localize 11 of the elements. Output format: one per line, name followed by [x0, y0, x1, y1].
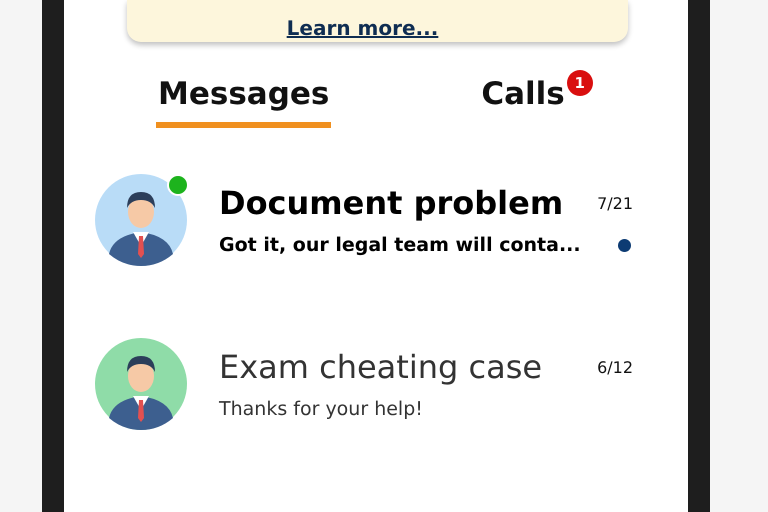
conversation-date: 7/21: [597, 194, 633, 212]
learn-more-link[interactable]: Learn more...: [286, 16, 438, 40]
message-preview: Thanks for your help!: [219, 398, 423, 420]
notification-badge: 1: [566, 70, 593, 96]
conversation-title: Document problem: [219, 184, 564, 222]
unread-dot: [618, 238, 631, 252]
message-preview: Got it, our legal team will conta...: [219, 234, 581, 256]
tab[interactable]: Calls: [479, 72, 567, 128]
conversation-title: Exam cheating case: [219, 348, 542, 386]
tab[interactable]: Messages: [156, 72, 332, 128]
conversation-date: 6/12: [597, 358, 633, 376]
